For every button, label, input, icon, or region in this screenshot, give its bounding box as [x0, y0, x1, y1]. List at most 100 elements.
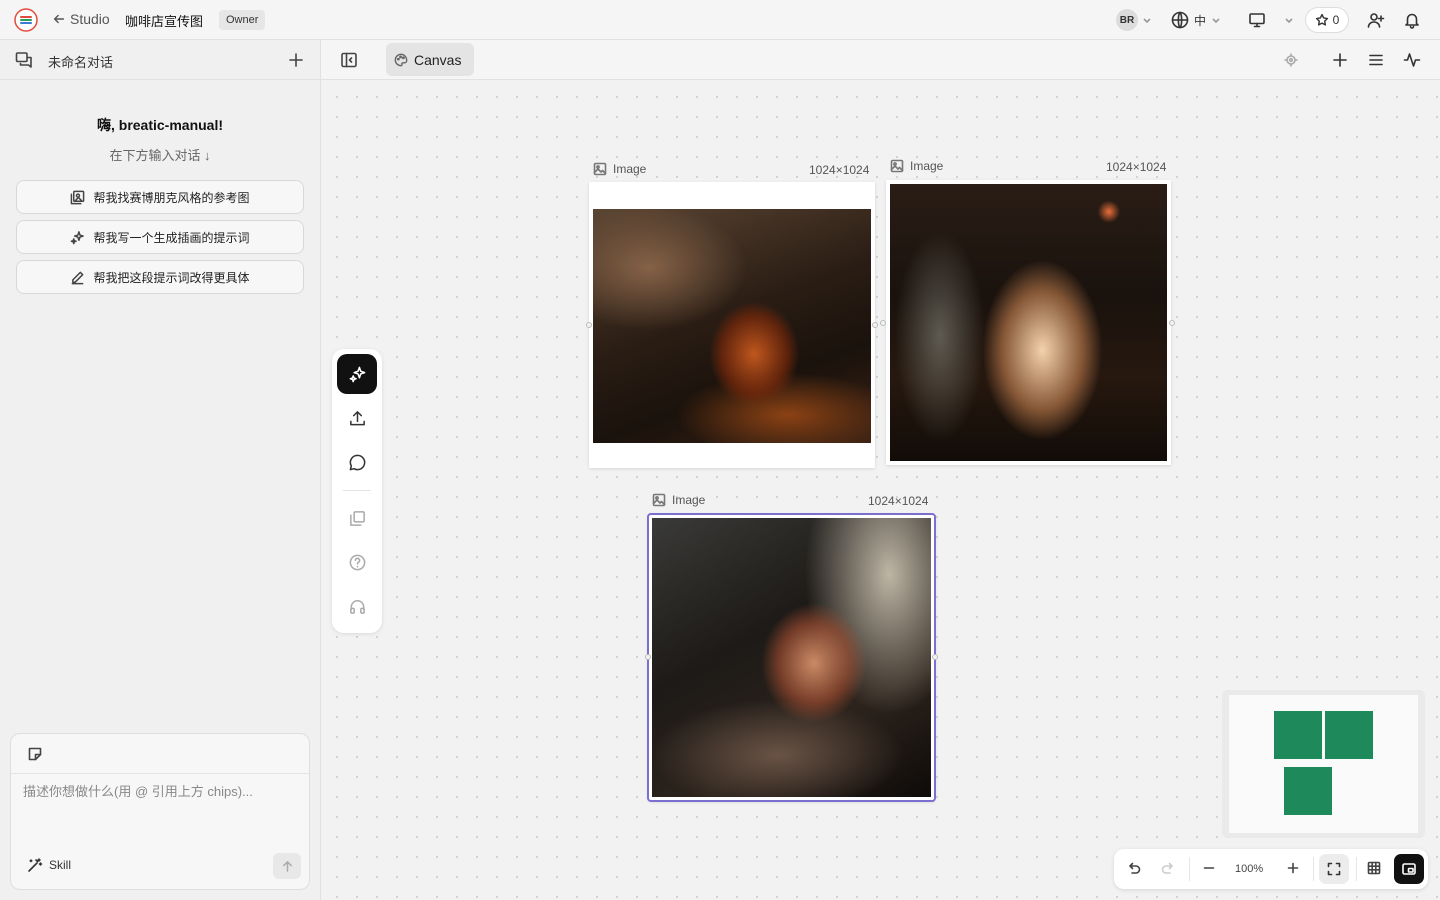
suggestion-label: 帮我把这段提示词改得更具体 [93, 270, 250, 285]
zoom-separator [1313, 857, 1314, 881]
invite-user-button[interactable] [1367, 11, 1385, 29]
top-bar: Studio 咖啡店宣传图 Owner BR 中 0 [0, 0, 1440, 40]
device-preview-menu[interactable] [1248, 0, 1294, 40]
upload-icon [349, 410, 365, 425]
minimap-icon [1402, 863, 1416, 875]
image-icon [890, 159, 904, 173]
minus-icon [1203, 867, 1215, 869]
skill-button[interactable]: Skill [27, 857, 71, 873]
cafe-interior-image [890, 184, 1167, 461]
back-to-studio-link[interactable]: Studio [52, 11, 110, 27]
redo-icon [1161, 862, 1173, 874]
skill-label: Skill [49, 858, 72, 872]
canvas-toolbar [332, 349, 382, 633]
project-title[interactable]: 咖啡店宣传图 [125, 11, 203, 30]
tab-canvas-label: Canvas [414, 51, 462, 68]
fit-screen-icon [1327, 862, 1341, 876]
plus-icon [1287, 862, 1299, 874]
zoom-level[interactable]: 100% [1235, 863, 1263, 875]
image-node-cafe-interior[interactable] [886, 180, 1171, 465]
minimap-node [1274, 711, 1322, 759]
layers-menu-button[interactable] [1367, 51, 1385, 69]
image-node-size: 1024×1024 [868, 494, 929, 508]
suggestion-chip-2[interactable]: 帮我写一个生成插画的提示词 [16, 220, 304, 254]
chat-composer: Skill [10, 733, 310, 890]
conversation-header: 未命名对话 [0, 40, 320, 80]
suggestion-chip-1[interactable]: 帮我找赛博朋克风格的参考图 [16, 180, 304, 214]
connection-handle[interactable] [586, 322, 592, 328]
add-node-button[interactable] [1331, 51, 1349, 69]
image-node-size: 1024×1024 [1106, 160, 1167, 174]
upload-button[interactable] [337, 398, 377, 438]
language-label: 中 [1194, 13, 1207, 28]
locate-icon [1284, 53, 1298, 67]
ai-generate-button[interactable] [337, 354, 377, 394]
language-switcher[interactable]: 中 [1171, 0, 1221, 40]
notifications-button[interactable] [1403, 11, 1421, 29]
image-node-size: 1024×1024 [809, 163, 870, 177]
star-icon [1315, 13, 1328, 26]
menu-icon [1369, 54, 1383, 66]
connection-handle[interactable] [645, 654, 651, 660]
redo-button[interactable] [1160, 860, 1178, 878]
conversations-icon[interactable] [15, 51, 33, 69]
chat-input[interactable] [23, 784, 299, 799]
chat-bubble-icon [349, 454, 365, 470]
zoom-out-button[interactable] [1201, 860, 1219, 878]
fit-view-button[interactable] [1319, 854, 1349, 884]
zoom-in-button[interactable] [1285, 860, 1303, 878]
image-node-label: Image [652, 493, 705, 507]
grid-toggle-button[interactable] [1366, 860, 1384, 878]
toggle-sidebar-button[interactable] [340, 51, 358, 69]
sidebar-panel-icon [341, 52, 357, 68]
chevron-down-icon [1212, 18, 1220, 24]
composer-toolbar [11, 734, 309, 774]
star-button[interactable]: 0 [1305, 7, 1349, 33]
tab-canvas[interactable]: Canvas [386, 43, 474, 76]
canvas-header: Canvas [321, 40, 1440, 80]
send-button[interactable] [273, 853, 301, 879]
sparkle-icon [349, 366, 365, 382]
image-node-pour-over[interactable] [589, 182, 875, 468]
chevron-down-icon [1143, 18, 1151, 24]
coffee-cup-beans-image [652, 518, 931, 797]
connection-handle[interactable] [872, 322, 878, 328]
connection-handle[interactable] [932, 654, 938, 660]
conversation-title[interactable]: 未命名对话 [48, 52, 113, 71]
locate-button[interactable] [1282, 51, 1300, 69]
chevron-down-icon [1285, 18, 1293, 24]
sparkle-icon [71, 230, 85, 244]
toolbar-divider [343, 490, 371, 491]
image-node-label: Image [890, 159, 943, 173]
plus-icon [289, 53, 303, 67]
add-context-icon[interactable] [27, 746, 43, 762]
account-menu[interactable]: BR [1116, 0, 1156, 40]
suggestion-label: 帮我找赛博朋克风格的参考图 [93, 190, 250, 205]
monitor-icon [1249, 13, 1265, 28]
comment-button[interactable] [337, 442, 377, 482]
grid-icon [1367, 861, 1381, 875]
bell-icon [1405, 13, 1419, 29]
image-node-coffee-cup[interactable] [647, 513, 936, 802]
activity-icon [1403, 53, 1421, 67]
zoom-separator [1189, 857, 1190, 881]
minimap[interactable] [1222, 690, 1425, 838]
minimap-toggle-button[interactable] [1394, 854, 1424, 884]
suggestion-label: 帮我写一个生成插画的提示词 [93, 230, 250, 245]
new-conversation-button[interactable] [287, 51, 305, 69]
connection-handle[interactable] [880, 320, 886, 326]
suggestion-chip-3[interactable]: 帮我把这段提示词改得更具体 [16, 260, 304, 294]
image-search-icon [71, 190, 85, 204]
connection-handle[interactable] [1169, 320, 1175, 326]
question-circle-icon [349, 554, 365, 570]
support-button[interactable] [337, 586, 377, 626]
plus-icon [1333, 53, 1347, 67]
copy-button[interactable] [337, 498, 377, 538]
activity-button[interactable] [1403, 51, 1421, 69]
user-plus-icon [1367, 13, 1385, 28]
undo-button[interactable] [1126, 860, 1144, 878]
app-logo-icon[interactable] [14, 8, 38, 32]
minimap-node [1284, 767, 1332, 815]
help-button[interactable] [337, 542, 377, 582]
zoom-separator [1356, 857, 1357, 881]
